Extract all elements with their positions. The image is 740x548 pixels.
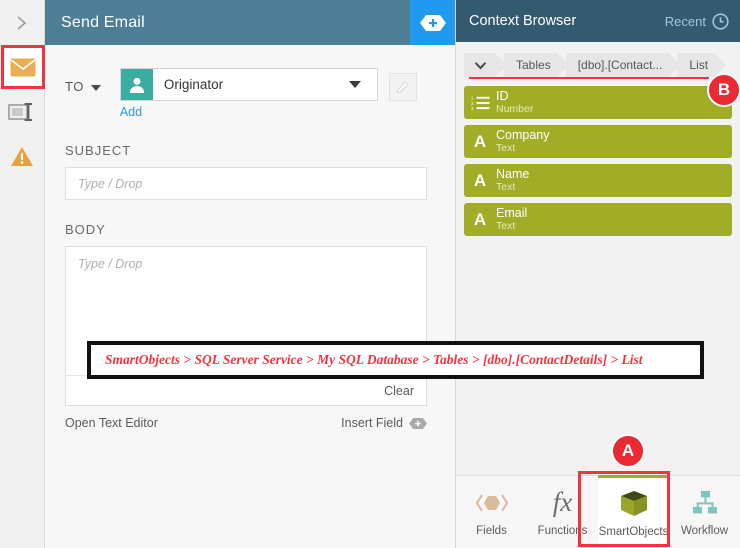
field-name: Name (496, 168, 529, 181)
field-name: ID (496, 90, 533, 103)
to-row: TO Originator Add (65, 45, 435, 121)
tab-workflow[interactable]: Workflow (669, 476, 740, 548)
field-name: Email (496, 207, 527, 220)
context-browser-tabs: Fields fx Functions SmartObjects (456, 475, 740, 548)
subject-input[interactable] (65, 167, 427, 200)
tab-label: Workflow (681, 525, 728, 537)
field-type: Number (496, 104, 533, 115)
field-type: Text (496, 182, 529, 193)
breadcrumb: Tables [dbo].[Contact... List (456, 50, 740, 80)
numbered-list-icon: 1 2 3 (464, 95, 496, 110)
breadcrumb-highlight (469, 77, 709, 79)
edit-recipient-button[interactable] (389, 73, 417, 101)
letter-a-icon: A (464, 211, 496, 228)
rail-item-text-field[interactable] (0, 89, 45, 134)
tab-smartobjects[interactable]: SmartObjects (598, 475, 669, 548)
add-field-button[interactable] (410, 0, 455, 45)
hexagon-plus-icon (409, 418, 427, 429)
insert-field-label: Insert Field (341, 416, 403, 430)
pencil-icon (395, 80, 410, 95)
envelope-icon (10, 58, 36, 77)
chevron-down-icon (91, 85, 101, 91)
list-item-text: Name Text (496, 168, 529, 192)
person-icon (121, 69, 153, 100)
body-label: BODY (65, 222, 435, 237)
annotation-path-box: SmartObjects > SQL Server Service > My S… (87, 341, 704, 379)
context-browser-pane: Context Browser Recent Tables [dbo].[Con… (456, 0, 740, 548)
rail-item-warning[interactable] (0, 134, 45, 179)
to-label-group[interactable]: TO (65, 79, 101, 94)
cube-icon (619, 489, 649, 519)
tab-label: Fields (476, 525, 507, 537)
letter-a-icon: A (464, 133, 496, 150)
context-browser-header: Context Browser Recent (456, 0, 740, 42)
letter-a-icon: A (464, 172, 496, 189)
svg-text:3: 3 (471, 106, 474, 110)
field-type: Text (496, 221, 527, 232)
send-email-pane: Send Email TO (45, 0, 456, 548)
clear-body-button[interactable]: Clear (384, 384, 426, 398)
chevron-right-icon (15, 14, 29, 32)
annotation-path-text: SmartObjects > SQL Server Service > My S… (91, 352, 643, 368)
body-footer: Clear (66, 375, 426, 405)
body-editor[interactable]: Type / Drop Clear (65, 246, 427, 406)
hexagon-brackets-icon (475, 488, 509, 518)
org-chart-icon (690, 488, 720, 518)
chevron-down-icon (474, 61, 487, 70)
annotation-marker-b: B (707, 73, 740, 107)
insert-field-button[interactable]: Insert Field (341, 416, 427, 430)
context-browser-title: Context Browser (469, 13, 576, 29)
recent-label: Recent (665, 14, 706, 29)
tab-functions[interactable]: fx Functions (527, 476, 598, 548)
step-rail (0, 0, 45, 548)
breadcrumb-item-contact[interactable]: [dbo].[Contact... (566, 53, 669, 77)
breadcrumb-item-tables[interactable]: Tables (504, 53, 557, 77)
app-root: Send Email TO (0, 0, 740, 548)
field-name: Company (496, 129, 550, 142)
chevron-down-icon (349, 81, 361, 88)
list-item[interactable]: A Email Text (464, 203, 732, 236)
breadcrumb-root-dropdown[interactable] (464, 53, 495, 77)
clock-icon (712, 13, 729, 30)
fx-icon: fx (553, 488, 573, 518)
body-actions: Open Text Editor Insert Field (65, 416, 427, 430)
expand-rail-button[interactable] (0, 0, 45, 45)
tab-label: Functions (538, 525, 588, 537)
tab-fields[interactable]: Fields (456, 476, 527, 548)
hexagon-plus-icon (420, 15, 446, 31)
smartobject-field-list: 1 2 3 ID Number A Company T (456, 80, 740, 242)
page-title: Send Email (45, 14, 145, 32)
warning-triangle-icon (10, 146, 34, 168)
annotation-marker-a: A (611, 434, 645, 468)
to-recipient-group: Originator Add (120, 68, 378, 121)
text-input-icon (8, 101, 36, 123)
list-item-text: ID Number (496, 90, 533, 114)
recent-button[interactable]: Recent (665, 13, 729, 30)
list-item-text: Company Text (496, 129, 550, 153)
send-email-form: TO Originator Add (45, 45, 455, 548)
list-item[interactable]: A Company Text (464, 125, 732, 158)
open-text-editor-link[interactable]: Open Text Editor (65, 416, 158, 430)
tab-label: SmartObjects (599, 526, 669, 538)
to-recipient-value: Originator (153, 77, 349, 92)
list-item-text: Email Text (496, 207, 527, 231)
list-item[interactable]: 1 2 3 ID Number (464, 86, 732, 119)
to-recipient-select[interactable]: Originator (120, 68, 378, 101)
list-item[interactable]: A Name Text (464, 164, 732, 197)
rail-item-email[interactable] (1, 45, 45, 89)
breadcrumb-item-list[interactable]: List (677, 53, 714, 77)
to-label: TO (65, 79, 84, 94)
send-email-header: Send Email (45, 0, 455, 45)
subject-label: SUBJECT (65, 143, 435, 158)
add-recipient-link[interactable]: Add (120, 105, 142, 119)
field-type: Text (496, 143, 550, 154)
